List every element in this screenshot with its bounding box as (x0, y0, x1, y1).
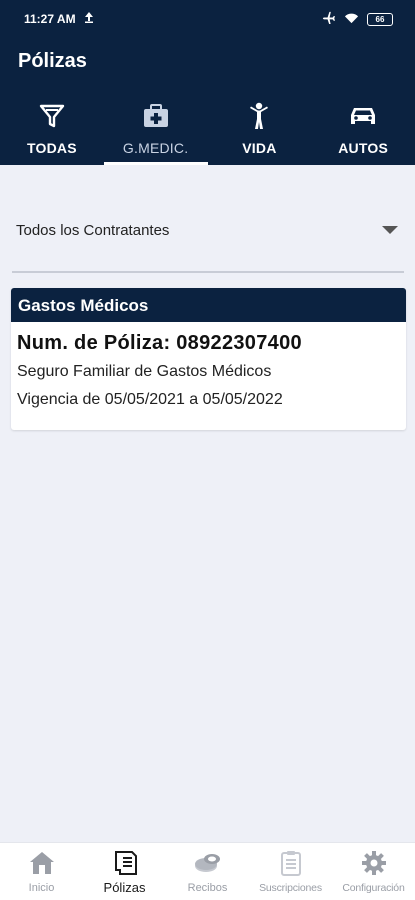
clipboard-icon (280, 849, 302, 877)
tab-label: TODAS (27, 140, 77, 156)
receipt-coins-icon (193, 849, 223, 877)
nav-label: Pólizas (103, 880, 146, 895)
policy-card[interactable]: Gastos Médicos Num. de Póliza: 089223074… (11, 288, 406, 430)
contractor-select-value: Todos los Contratantes (16, 221, 170, 239)
nav-configuracion[interactable]: Configuración (332, 843, 415, 900)
nav-polizas[interactable]: Pólizas (83, 843, 166, 900)
status-left: 11:27 AM (24, 12, 94, 26)
battery-icon: 66 (367, 12, 393, 26)
tab-vida[interactable]: VIDA (208, 96, 312, 165)
status-bar: 11:27 AM 66 (0, 0, 415, 38)
status-time: 11:27 AM (24, 12, 76, 26)
status-right: 66 (321, 11, 393, 27)
policy-document-icon (112, 849, 138, 877)
nav-recibos[interactable]: Recibos (166, 843, 249, 900)
bottom-navigation: Inicio Pólizas Recibos Suscripciones Con… (0, 842, 415, 900)
medical-kit-icon (142, 102, 170, 130)
chevron-down-icon (382, 226, 398, 234)
gear-icon (361, 849, 387, 877)
person-icon (248, 102, 270, 130)
car-icon (348, 102, 378, 130)
battery-level: 66 (375, 14, 385, 24)
policy-type-tabs: TODAS G.MEDIC. VIDA AUTOS (0, 96, 415, 165)
page-title: Pólizas (18, 50, 87, 72)
nav-label: Inicio (28, 882, 55, 894)
tab-label: AUTOS (338, 140, 388, 156)
wifi-icon (344, 12, 359, 27)
policy-card-category: Gastos Médicos (11, 288, 406, 322)
nav-inicio[interactable]: Inicio (0, 843, 83, 900)
policy-validity: Vigencia de 05/05/2021 a 05/05/2022 (17, 391, 283, 408)
tab-label: G.MEDIC. (122, 140, 189, 156)
nav-label: Suscripciones (259, 882, 322, 894)
nav-suscripciones[interactable]: Suscripciones (249, 843, 332, 900)
contractor-select[interactable]: Todos los Contratantes (12, 205, 404, 273)
nav-label: Configuración (342, 882, 405, 894)
policy-number: Num. de Póliza: 08922307400 (17, 332, 302, 354)
home-icon (29, 849, 55, 877)
airplane-icon (321, 11, 336, 27)
nav-label: Recibos (187, 882, 228, 894)
tab-label: VIDA (242, 140, 277, 156)
upload-icon (84, 12, 94, 26)
policy-product: Seguro Familiar de Gastos Médicos (17, 363, 272, 380)
tab-autos[interactable]: AUTOS (311, 96, 415, 165)
app-header: 11:27 AM 66 Pólizas TODAS G.MEDIC. VIDA … (0, 0, 415, 165)
filter-icon (39, 102, 65, 130)
tab-todas[interactable]: TODAS (0, 96, 104, 165)
tab-gmedic[interactable]: G.MEDIC. (103, 96, 208, 165)
